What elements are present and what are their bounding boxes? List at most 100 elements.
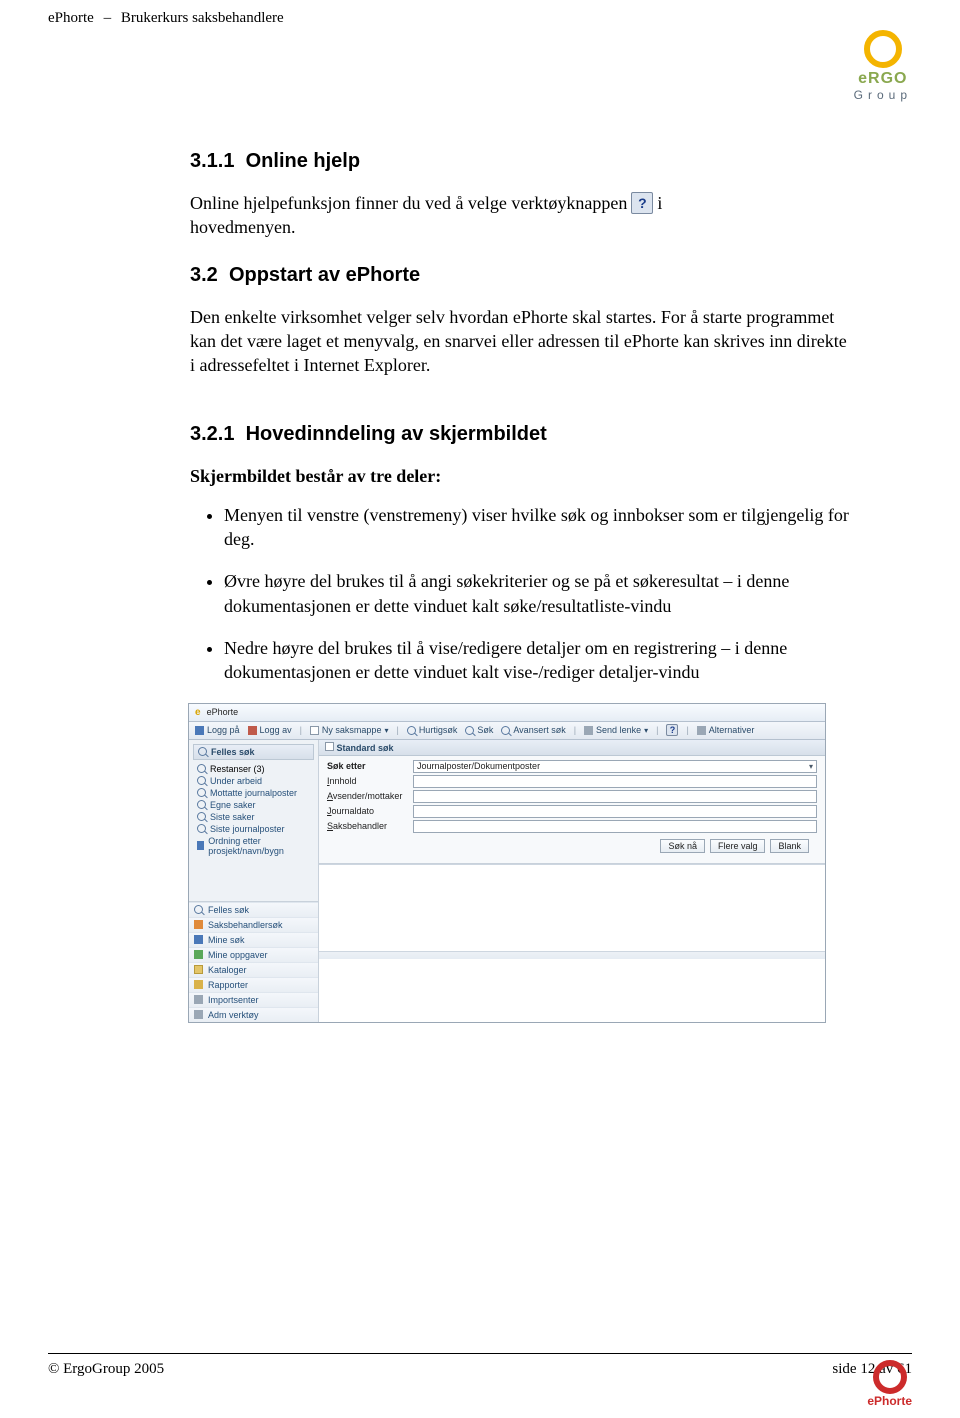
search-now-button[interactable]: Søk nå	[660, 839, 705, 853]
search-icon	[194, 905, 203, 914]
ss-left-panel: Felles søk Restanser (3) Under arbeid Mo…	[189, 740, 319, 1022]
bullet-2: Øvre høyre del brukes til å angi søkekri…	[224, 569, 850, 618]
left-header[interactable]: Felles søk	[193, 744, 314, 760]
tree-item[interactable]: Mottatte journalposter	[197, 787, 314, 799]
left-tree: Restanser (3) Under arbeid Mottatte jour…	[193, 760, 314, 857]
nav-item[interactable]: Rapporter	[189, 977, 318, 992]
help-icon[interactable]: ?	[631, 192, 653, 214]
bullet-list-321: Menyen til venstre (venstremeny) viser h…	[190, 503, 850, 685]
chevron-down-icon: ▾	[809, 762, 813, 771]
nav-item[interactable]: Importsenter	[189, 992, 318, 1007]
results-pane	[319, 864, 825, 1022]
tree-icon	[197, 841, 204, 850]
tasks-icon	[194, 950, 203, 959]
search-icon	[197, 764, 206, 773]
toolbar-search[interactable]: Søk	[465, 725, 493, 735]
date-input[interactable]	[413, 805, 817, 818]
newcase-icon	[310, 726, 319, 735]
content-input[interactable]	[413, 775, 817, 788]
search-icon	[197, 824, 206, 833]
chevron-down-icon: ▾	[644, 726, 648, 735]
chevron-down-icon: ▾	[384, 726, 388, 735]
logoff-icon	[248, 726, 257, 735]
document-content: 3.1.1 Online hjelp Online hjelpefunksjon…	[190, 150, 850, 1023]
search-icon	[194, 935, 203, 944]
advsearch-icon	[501, 726, 510, 735]
tree-item[interactable]: Restanser (3)	[197, 763, 314, 775]
handler-input[interactable]	[413, 820, 817, 833]
left-bottom-nav: Felles søk Saksbehandlersøk Mine søk Min…	[189, 901, 318, 1022]
header-sep: –	[98, 10, 118, 26]
ss-toolbar: Logg på Logg av | Ny saksmappe▾ | Hurtig…	[189, 722, 825, 740]
search-icon	[197, 776, 206, 785]
tree-item[interactable]: Siste journalposter	[197, 823, 314, 835]
tree-item[interactable]: Siste saker	[197, 811, 314, 823]
nav-item[interactable]: Adm verktøy	[189, 1007, 318, 1022]
ss-right-panel: Standard søk Søk etter Journalposter/Dok…	[319, 740, 825, 1022]
ergogroup-text2: Group	[854, 88, 912, 102]
page-footer: © ErgoGroup 2005 side 12 av 61	[48, 1361, 912, 1378]
page-header: ePhorte – Brukerkurs saksbehandlere	[48, 10, 284, 27]
doc-icon	[325, 742, 334, 751]
ephorte-logo-text: ePhorte	[867, 1394, 912, 1408]
sendlink-icon	[584, 726, 593, 735]
nav-item[interactable]: Saksbehandlersøk	[189, 917, 318, 932]
header-product: ePhorte	[48, 10, 94, 26]
field-label: Avsender/mottaker	[327, 791, 407, 801]
nav-item[interactable]: Kataloger	[189, 962, 318, 977]
ephorte-e-icon: e	[195, 707, 201, 718]
ss-titlebar: e ePhorte	[189, 704, 825, 722]
nav-item[interactable]: Felles søk	[189, 902, 318, 917]
ergogroup-logo: eRGO Group	[854, 30, 912, 102]
right-header: Standard søk	[319, 740, 825, 756]
paragraph-32: Den enkelte virksomhet velger selv hvord…	[190, 305, 850, 378]
bullet-1: Menyen til venstre (venstremeny) viser h…	[224, 503, 850, 552]
search-type-select[interactable]: Journalposter/Dokumentposter ▾	[413, 760, 817, 773]
heading-32: 3.2 Oppstart av ePhorte	[190, 264, 850, 287]
logon-icon	[195, 726, 204, 735]
app-screenshot: e ePhorte Logg på Logg av | Ny saksmappe…	[188, 703, 826, 1023]
ergogroup-ring-icon	[864, 30, 902, 68]
tree-item[interactable]: Ordning etter prosjekt/navn/bygn	[197, 835, 314, 857]
help-icon: ?	[666, 724, 678, 736]
lead-321: Skjermbildet består av tre deler:	[190, 464, 850, 488]
search-icon	[197, 812, 206, 821]
quicksearch-icon	[407, 726, 416, 735]
ss-title: ePhorte	[207, 707, 239, 717]
toolbar-quick[interactable]: Hurtigsøk	[407, 725, 458, 735]
options-icon	[697, 726, 706, 735]
field-label: Innhold	[327, 776, 407, 786]
ergogroup-text1: eRGO	[858, 70, 907, 87]
search-form: Søk etter Journalposter/Dokumentposter ▾…	[319, 756, 825, 864]
toolbar-options[interactable]: Alternativer	[697, 725, 755, 735]
tree-item[interactable]: Egne saker	[197, 799, 314, 811]
blank-button[interactable]: Blank	[770, 839, 809, 853]
reports-icon	[194, 980, 203, 989]
search-label: Søk etter	[327, 761, 366, 771]
field-label: Journaldato	[327, 806, 407, 816]
toolbar-help[interactable]: ?	[666, 724, 678, 736]
toolbar-logoff[interactable]: Logg av	[248, 725, 292, 735]
search-icon	[465, 726, 474, 735]
field-label: Saksbehandler	[327, 821, 407, 831]
footer-left: © ErgoGroup 2005	[48, 1361, 164, 1378]
person-icon	[194, 920, 203, 929]
footer-rule	[48, 1353, 912, 1354]
ephorte-logo: ePhorte	[867, 1360, 912, 1408]
header-subtitle: Brukerkurs saksbehandlere	[121, 10, 284, 26]
ephorte-ring-icon	[873, 1360, 907, 1394]
pane-divider[interactable]	[319, 951, 825, 959]
nav-item[interactable]: Mine oppgaver	[189, 947, 318, 962]
heading-311: 3.1.1 Online hjelp	[190, 150, 850, 173]
toolbar-newcase[interactable]: Ny saksmappe▾	[310, 725, 389, 735]
toolbar-sendlink[interactable]: Send lenke▾	[584, 725, 648, 735]
folder-icon	[194, 965, 203, 974]
nav-item[interactable]: Mine søk	[189, 932, 318, 947]
more-options-button[interactable]: Flere valg	[710, 839, 766, 853]
sender-input[interactable]	[413, 790, 817, 803]
toolbar-advsearch[interactable]: Avansert søk	[501, 725, 565, 735]
tree-item[interactable]: Under arbeid	[197, 775, 314, 787]
import-icon	[194, 995, 203, 1004]
search-icon	[197, 800, 206, 809]
toolbar-logon[interactable]: Logg på	[195, 725, 240, 735]
